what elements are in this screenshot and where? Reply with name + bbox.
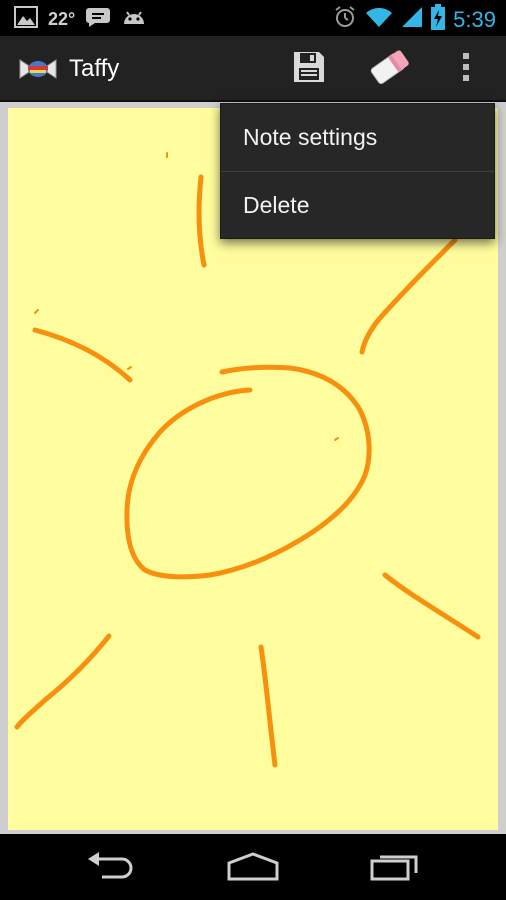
back-icon [86,851,136,886]
taffy-candy-icon[interactable] [18,54,58,89]
ray-stroke-top [196,174,207,268]
action-bar: Taffy [0,36,506,102]
chat-icon [85,6,111,33]
overflow-popup-menu: Note settings Delete [220,103,495,239]
eraser-button[interactable] [360,46,420,92]
status-bar: 22° 5:39 [0,0,506,36]
stray-mark-3 [127,366,132,370]
overflow-menu-icon [461,51,471,88]
save-icon [292,50,326,89]
overflow-menu-button[interactable] [448,46,484,92]
clock-time: 5:39 [453,6,496,32]
ray-stroke-right [382,572,481,640]
signal-icon [401,5,423,34]
eraser-icon [366,47,414,92]
ray-stroke-upper-right [359,237,458,355]
status-notifications: 22° [14,6,147,33]
status-system: 5:39 [333,4,496,35]
picture-icon [14,6,38,33]
save-button[interactable] [284,46,334,92]
recent-apps-button[interactable] [360,848,430,888]
recent-apps-icon [369,851,421,886]
menu-item-note-settings[interactable]: Note settings [221,104,494,171]
ray-stroke-bottom [258,644,278,768]
home-button[interactable] [218,848,288,888]
sun-outline-stroke [124,364,372,580]
ray-stroke-upper-left [32,327,133,383]
android-icon [121,6,147,33]
ray-stroke-lower-left [14,633,112,730]
home-icon [225,851,281,886]
app-title: Taffy [69,55,120,82]
stray-mark-4 [334,437,339,441]
back-button[interactable] [76,848,146,888]
stray-mark-2 [34,309,39,314]
battery-charging-icon [431,4,446,35]
wifi-icon [365,5,393,34]
temperature-label: 22° [48,9,76,29]
alarm-icon [333,5,357,34]
navigation-bar [0,834,506,900]
menu-item-delete[interactable]: Delete [221,172,494,239]
